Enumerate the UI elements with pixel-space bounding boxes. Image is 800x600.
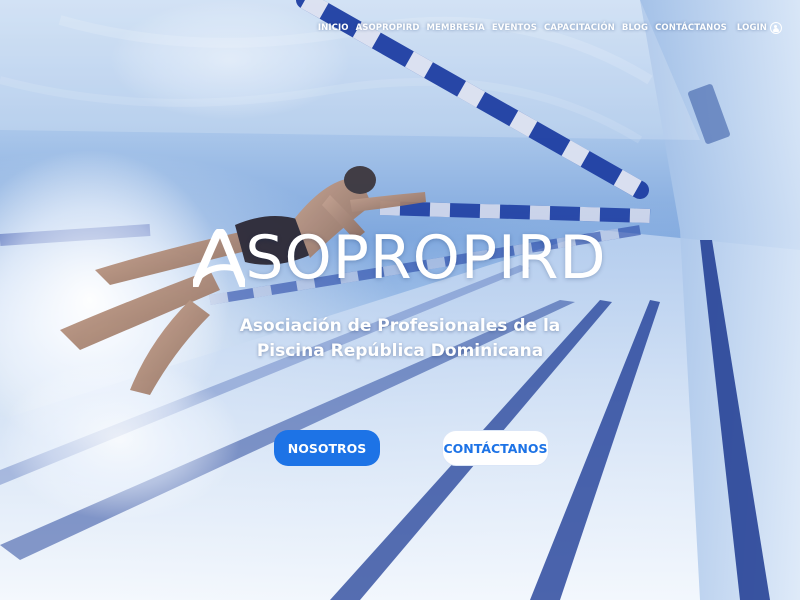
nav-item-inicio[interactable]: INICIO [318, 23, 349, 33]
brand-logo: SOPROPIRD [0, 228, 800, 288]
contactanos-button[interactable]: CONTÁCTANOS [442, 430, 549, 466]
pool-background-image [0, 0, 800, 600]
nav-item-asopropird[interactable]: ASOPROPIRD [356, 23, 420, 33]
hero-subtitle: Asociación de Profesionales de la Piscin… [0, 314, 800, 364]
nosotros-button[interactable]: NOSOTROS [274, 430, 380, 466]
nav-item-blog[interactable]: BLOG [622, 23, 648, 33]
login-link[interactable]: LOGIN [737, 22, 782, 34]
subtitle-line-1: Asociación de Profesionales de la [239, 316, 561, 336]
brand-name: SOPROPIRD [245, 223, 607, 293]
user-circle-icon [770, 22, 782, 34]
hero-section: INICIO ASOPROPIRD MEMBRESIA EVENTOS CAPA… [0, 0, 800, 600]
brand-a-mark-icon [193, 229, 246, 287]
nav-item-contactanos[interactable]: CONTÁCTANOS [655, 23, 727, 33]
nav-item-capacitacion[interactable]: CAPACITACIÓN [544, 23, 615, 33]
subtitle-line-2: Piscina República Dominicana [256, 341, 544, 361]
nav-item-membresia[interactable]: MEMBRESIA [427, 23, 485, 33]
main-nav: INICIO ASOPROPIRD MEMBRESIA EVENTOS CAPA… [318, 22, 782, 34]
nav-item-eventos[interactable]: EVENTOS [492, 23, 537, 33]
login-label: LOGIN [736, 23, 767, 33]
